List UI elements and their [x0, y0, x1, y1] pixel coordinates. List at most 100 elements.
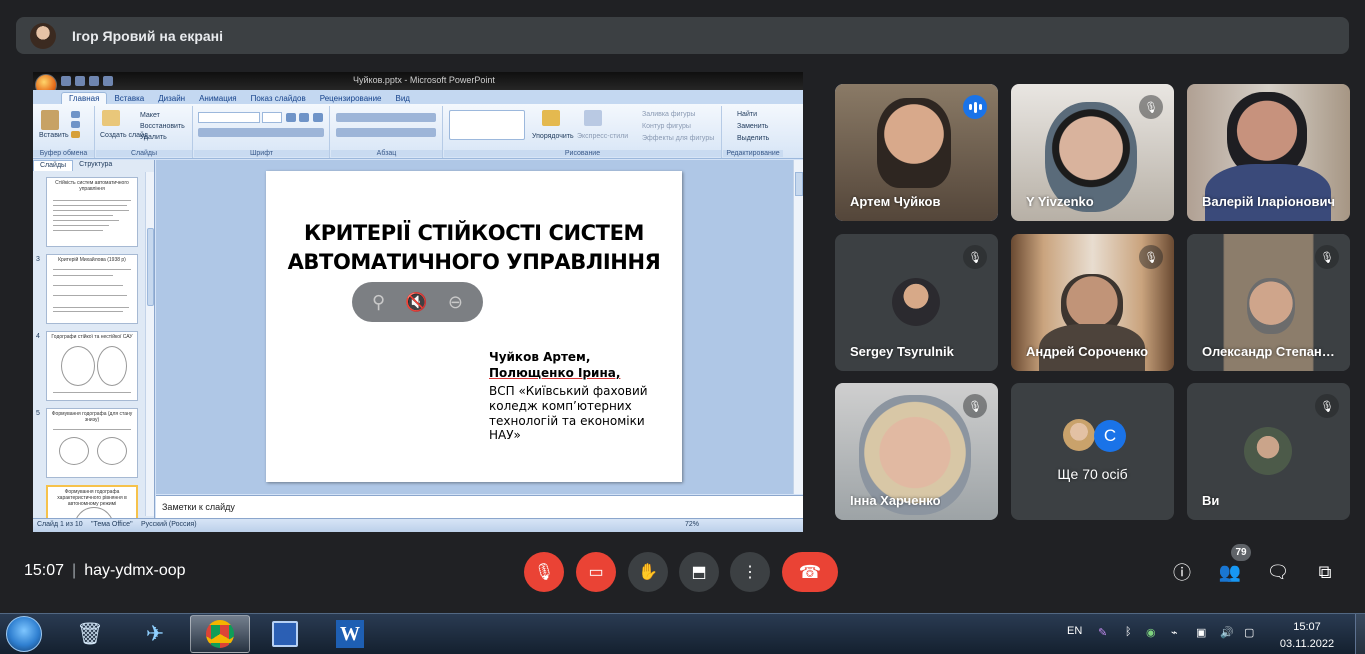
display-icon[interactable]: ▢: [1244, 626, 1254, 639]
paste-icon: [41, 110, 59, 130]
slide-thumbnail: Стійкість систем автоматичного управлінн…: [46, 177, 138, 247]
grow-font-icon: [286, 113, 296, 122]
arrange-label: Упорядочить: [532, 133, 574, 140]
mic-off-icon: 🎙: [1315, 245, 1339, 269]
participant-tile[interactable]: Валерій Іларіонович: [1187, 84, 1350, 221]
slide-thumbnail: Формування годографа (для стану знизу): [46, 408, 138, 478]
tile-hover-controls[interactable]: ⚲ 🔇 ⊖: [352, 282, 483, 322]
slide-title-line: КРИТЕРІЇ СТІЙКОСТІ СИСТЕМ: [303, 221, 645, 245]
meeting-details-button[interactable]: ⓘ: [1168, 558, 1196, 586]
layout-label: Макет: [140, 112, 160, 119]
participant-tile[interactable]: Артем Чуйков: [835, 84, 998, 221]
mic-toggle-button[interactable]: 🎙: [524, 552, 564, 592]
participant-tile[interactable]: 🎙 Інна Харченко: [835, 383, 998, 520]
status-slide-count: Слайд 1 из 10: [37, 521, 83, 528]
ribbon-group-editing: Найти Заменить Выделить Редактирование: [723, 106, 783, 158]
outline-tab: Структура: [79, 161, 113, 168]
current-slide: КРИТЕРІЇ СТІЙКОСТІ СИСТЕМ АВТОМАТИЧНОГО …: [266, 171, 682, 482]
status-theme: "Тема Office": [91, 521, 133, 528]
more-options-button[interactable]: ⋮: [730, 552, 770, 592]
ppt-titlebar: Чуйков.pptx - Microsoft PowerPoint: [33, 72, 803, 90]
meeting-code: hay-ydmx-oop: [84, 562, 186, 579]
group-label-slides: Слайды: [96, 150, 192, 157]
font-size-field: [262, 112, 282, 123]
paste-label: Вставить: [39, 132, 69, 139]
people-button[interactable]: 👥: [1216, 558, 1244, 586]
language-indicator[interactable]: EN: [1067, 625, 1082, 637]
remove-icon[interactable]: ⊖: [448, 293, 463, 311]
self-tile[interactable]: 🎙 Ви: [1187, 383, 1350, 520]
taskbar-save-app[interactable]: [255, 615, 315, 653]
camera-toggle-button[interactable]: ▭: [576, 552, 616, 592]
end-call-button[interactable]: ☎: [782, 552, 838, 592]
shared-screen: Чуйков.pptx - Microsoft PowerPoint Главн…: [33, 72, 803, 532]
presenter-label: Ігор Яровий на екрані: [72, 27, 224, 44]
show-desktop-button[interactable]: [1355, 614, 1365, 654]
font-format-buttons: [198, 128, 324, 137]
font-name-field: [198, 112, 260, 123]
slides-pane-scrollbar: [145, 172, 154, 516]
participant-name: Y Yivzenko: [1026, 194, 1094, 209]
participant-tile[interactable]: 🎙 Олександр Степанович: [1187, 234, 1350, 371]
format-painter-icon: [71, 131, 80, 138]
slide-organization: технологій та економіки: [489, 414, 645, 428]
slide-title: КРИТЕРІЇ СТІЙКОСТІ СИСТЕМ АВТОМАТИЧНОГО …: [266, 219, 682, 277]
shape-outline-label: Контур фигуры: [642, 123, 691, 130]
raise-hand-button[interactable]: ✋: [628, 552, 668, 592]
participant-name: Артем Чуйков: [850, 194, 941, 209]
align-buttons: [336, 128, 436, 137]
taskbar-app-tool[interactable]: ✈: [125, 615, 185, 653]
camera-off-icon: ▭: [588, 564, 604, 581]
mic-off-icon: 🎙: [963, 245, 987, 269]
select-label: Выделить: [737, 135, 770, 142]
participant-tile[interactable]: 🎙 Андрей Сороченко: [1011, 234, 1174, 371]
thumbnail-title: Годографи стійкої та нестійкої САУ: [51, 334, 133, 340]
cut-icon: [71, 111, 80, 118]
meeting-info: 15:07 | hay-ydmx-oop: [24, 562, 186, 579]
thumbnail-number: 3: [36, 256, 40, 263]
participant-video: [877, 98, 951, 188]
new-slide-icon: [102, 110, 120, 126]
ppt-tab-slideshow: Показ слайдов: [250, 94, 306, 103]
speaking-indicator-icon: [963, 95, 987, 119]
more-participants-label: Ще 70 осіб: [1057, 466, 1128, 482]
bluetooth-icon[interactable]: ᛒ: [1125, 626, 1132, 638]
thumbnail-title: Формування годографа характеристичного р…: [57, 489, 127, 507]
participant-tile[interactable]: 🎙 Y Yivzenko: [1011, 84, 1174, 221]
slide-title-line: АВТОМАТИЧНОГО УПРАВЛІННЯ: [287, 250, 661, 274]
mute-off-icon[interactable]: 🔇: [405, 293, 427, 311]
participant-clothing: [1205, 164, 1331, 221]
group-label-paragraph: Абзац: [331, 150, 442, 157]
tray-clock[interactable]: 15:07 03.11.2022: [1276, 619, 1338, 653]
phone-hangup-icon: ☎: [798, 561, 822, 582]
ppt-tab-review: Рецензирование: [319, 94, 382, 103]
more-participants-tile[interactable]: С Ще 70 осіб: [1011, 383, 1174, 520]
usb-icon[interactable]: ▣: [1196, 626, 1206, 639]
participant-tile[interactable]: 🎙 Sergey Tsyrulnik: [835, 234, 998, 371]
pin-off-icon[interactable]: ⚲: [372, 293, 385, 311]
thumbnail-title: Формування годографа (для стану знизу): [51, 411, 133, 423]
word-icon: W: [336, 620, 364, 648]
pen-icon[interactable]: ✎: [1098, 626, 1107, 639]
network-icon[interactable]: ⌁: [1171, 626, 1178, 639]
chat-button[interactable]: 🗨: [1264, 558, 1292, 586]
taskbar-recycle-bin[interactable]: 🗑: [60, 615, 120, 653]
tool-app-icon: ✈: [145, 621, 165, 646]
antivirus-icon[interactable]: ◉: [1146, 626, 1156, 639]
activities-button[interactable]: ⧉: [1311, 558, 1339, 586]
slide-thumbnail: Критерій Михайлова (1938 р): [46, 254, 138, 324]
volume-icon[interactable]: 🔊: [1220, 626, 1234, 639]
start-button[interactable]: [6, 616, 42, 652]
meeting-time: 15:07: [24, 562, 65, 579]
presenter-banner: Ігор Яровий на екрані: [16, 17, 1349, 54]
self-avatar: [1244, 427, 1292, 475]
mic-off-icon: 🎙: [1315, 394, 1339, 418]
ppt-tab-view: Вид: [395, 94, 410, 103]
thumbnail-number: 5: [36, 410, 40, 417]
taskbar-word[interactable]: W: [320, 615, 380, 653]
group-label-font: Шрифт: [194, 150, 329, 157]
group-label-clipboard: Буфер обмена: [33, 150, 94, 157]
present-button[interactable]: ⬒: [679, 552, 719, 592]
taskbar-chrome[interactable]: [190, 615, 250, 653]
people-icon: 👥: [1218, 561, 1242, 582]
